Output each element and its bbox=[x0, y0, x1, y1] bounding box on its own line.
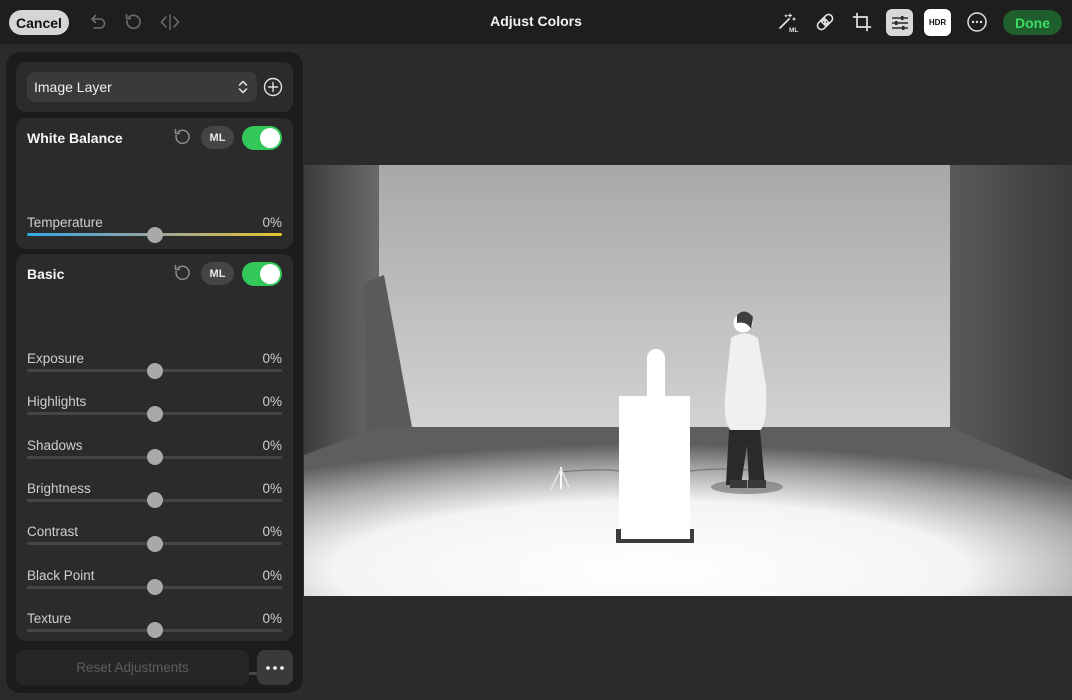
slider-value: 0% bbox=[262, 215, 282, 230]
slider-thumb[interactable] bbox=[146, 492, 163, 509]
slider-value: 0% bbox=[262, 610, 282, 626]
adjust-sliders-icon[interactable] bbox=[886, 9, 913, 36]
compare-icon[interactable] bbox=[159, 11, 181, 33]
chevron-updown-icon bbox=[238, 80, 248, 94]
basic-toggle[interactable] bbox=[242, 262, 282, 286]
basic-section: Basic ML Exposure 0% Highlights 0% Shadows 0%… bbox=[16, 254, 293, 682]
hdr-icon[interactable]: HDR bbox=[924, 9, 951, 36]
more-icon[interactable] bbox=[966, 11, 988, 33]
white-balance-toggle[interactable] bbox=[242, 126, 282, 150]
toggle-knob bbox=[260, 264, 280, 284]
adjustments-panel: Image Layer White Balance ML Temperature… bbox=[6, 52, 303, 693]
slider-label: Shadows bbox=[27, 437, 83, 453]
slider-label: Black Point bbox=[27, 567, 95, 583]
add-circle-icon[interactable] bbox=[263, 77, 283, 97]
slider-thumb[interactable] bbox=[146, 405, 163, 422]
slider-label: Temperature bbox=[27, 215, 103, 230]
reset-icon[interactable] bbox=[172, 263, 192, 283]
slider-thumb[interactable] bbox=[146, 449, 163, 466]
slider-thumb[interactable] bbox=[146, 226, 163, 243]
ellipsis-icon[interactable] bbox=[257, 650, 293, 685]
undo-icon[interactable] bbox=[86, 11, 108, 33]
slider-value: 0% bbox=[262, 480, 282, 496]
toggle-knob bbox=[260, 128, 280, 148]
photo-canvas[interactable] bbox=[304, 165, 1072, 596]
white-balance-section: White Balance ML Temperature0%Tint0% bbox=[16, 118, 293, 286]
slider-thumb[interactable] bbox=[146, 362, 163, 379]
redo-icon[interactable] bbox=[122, 11, 144, 33]
ml-auto-button[interactable]: ML bbox=[201, 126, 234, 149]
slider-thumb[interactable] bbox=[146, 622, 163, 639]
slider-label: Exposure bbox=[27, 351, 85, 366]
slider-thumb[interactable] bbox=[146, 579, 163, 595]
slider-label: Highlights bbox=[27, 394, 87, 410]
slider-label: Brightness bbox=[27, 480, 91, 496]
section-title: White Balance bbox=[27, 130, 123, 146]
svg-text:ML: ML bbox=[789, 27, 798, 33]
slider-value: 0% bbox=[262, 437, 282, 453]
photo-image bbox=[304, 165, 1072, 596]
slider-value: 0% bbox=[262, 567, 282, 583]
done-button[interactable]: Done bbox=[1003, 10, 1062, 35]
reset-adjustments-button[interactable]: Reset Adjustments bbox=[16, 650, 249, 685]
layer-select[interactable]: Image Layer bbox=[27, 72, 257, 102]
slider-thumb[interactable] bbox=[146, 535, 163, 552]
cancel-button[interactable]: Cancel bbox=[9, 10, 69, 35]
retouch-bandage-icon[interactable] bbox=[814, 11, 836, 33]
layer-select-label: Image Layer bbox=[34, 79, 112, 95]
ml-magic-wand-icon[interactable]: ML bbox=[777, 11, 799, 33]
top-toolbar: Cancel Adjust Colors ML HDR Done bbox=[0, 0, 1072, 44]
reset-icon[interactable] bbox=[172, 127, 192, 147]
slider-value: 0% bbox=[262, 394, 282, 410]
crop-icon[interactable] bbox=[851, 11, 873, 33]
slider-label: Texture bbox=[27, 610, 72, 626]
slider-value: 0% bbox=[262, 524, 282, 540]
layer-card: Image Layer bbox=[16, 62, 293, 112]
ml-auto-button[interactable]: ML bbox=[201, 262, 234, 285]
slider-label: Contrast bbox=[27, 524, 79, 540]
slider-value: 0% bbox=[262, 351, 282, 366]
section-title: Basic bbox=[27, 266, 65, 282]
